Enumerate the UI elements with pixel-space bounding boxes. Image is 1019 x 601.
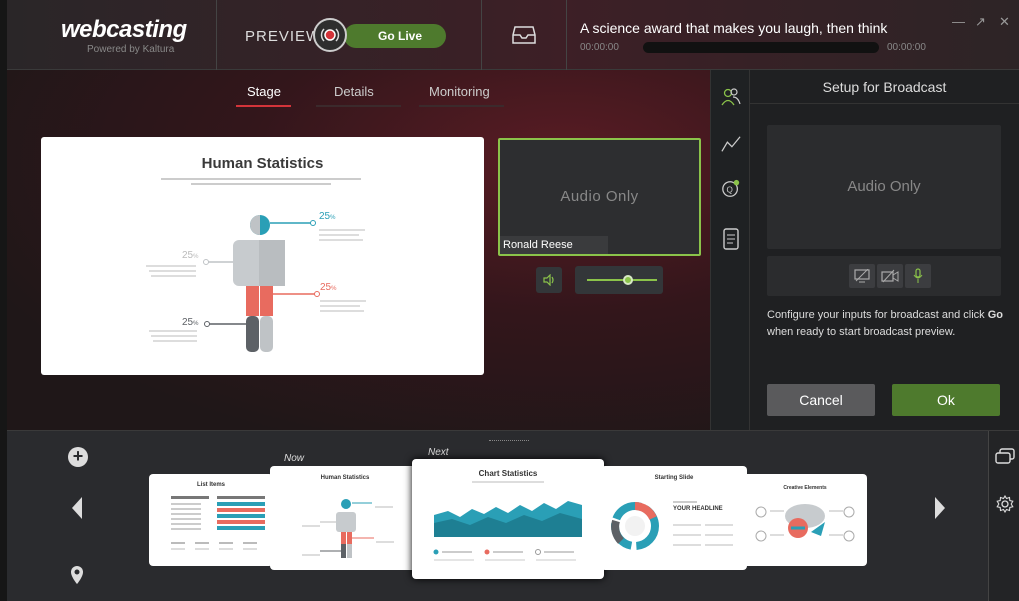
tab-monitoring[interactable]: Monitoring: [429, 84, 490, 99]
creative-elements-graphic: [755, 504, 855, 542]
next-arrow-icon[interactable]: [935, 497, 945, 519]
next-label: Next: [428, 447, 449, 458]
add-slide-icon[interactable]: +: [68, 447, 88, 467]
ok-button[interactable]: Ok: [892, 384, 1000, 416]
event-titlebar: A science award that makes you laugh, th…: [567, 0, 1019, 70]
slide-thumb-starting-slide[interactable]: Starting Slide YOUR HEADLINE: [601, 466, 747, 570]
volume-slider[interactable]: [575, 266, 663, 294]
volume-track: [587, 279, 657, 281]
event-title: A science award that makes you laugh, th…: [580, 20, 888, 36]
webcasting-app: webcasting Powered by Kaltura PREVIEW Go…: [7, 0, 1019, 601]
list-items-graphic: [171, 496, 265, 550]
playlist-strip: + Now Next List Items Human Statistics C…: [7, 430, 1019, 601]
participants-icon[interactable]: [721, 86, 741, 108]
bottom-right-toolbar: [988, 431, 1019, 601]
current-slide: Human Statistics 25% 25% 25% 25%: [41, 137, 484, 375]
tab-stage[interactable]: Stage: [247, 84, 281, 99]
screen-share-off-icon[interactable]: [849, 264, 875, 288]
notes-icon[interactable]: [721, 228, 741, 250]
stat-label-left: 25%: [182, 250, 199, 261]
preview-label: PREVIEW: [245, 28, 322, 45]
tab-divider: [316, 105, 401, 107]
location-pin-icon[interactable]: [69, 565, 85, 590]
qna-icon[interactable]: Q: [721, 178, 741, 200]
tab-active-indicator: [236, 105, 291, 107]
resize-icon[interactable]: ↗: [975, 14, 986, 30]
setup-audio-only-placeholder: Audio Only: [847, 178, 921, 195]
setup-description: Configure your inputs for broadcast and …: [767, 309, 1004, 338]
inbox-icon[interactable]: [482, 0, 567, 70]
setup-title: Setup for Broadcast: [750, 70, 1019, 104]
drag-handle[interactable]: [489, 440, 529, 442]
starting-slide-graphic: [611, 501, 733, 550]
presenter-name: Ronald Reese: [500, 236, 608, 254]
camera-off-icon[interactable]: [877, 264, 903, 288]
microphone-icon[interactable]: [905, 264, 931, 288]
human-figure-graphic: [146, 215, 366, 352]
audio-only-placeholder: Audio Only: [560, 188, 639, 205]
settings-gear-icon[interactable]: [996, 494, 1014, 518]
stat-label-right: 25%: [320, 282, 337, 293]
logo-subtitle: Powered by Kaltura: [87, 44, 175, 55]
analytics-icon[interactable]: [721, 133, 741, 155]
close-icon[interactable]: ✕: [999, 14, 1010, 30]
slide-thumb-human-statistics[interactable]: Human Statistics: [270, 466, 420, 570]
time-end: 00:00:00: [887, 42, 926, 53]
chart-statistics-graphic: [433, 481, 582, 561]
windows-icon[interactable]: [994, 448, 1016, 471]
slide-thumb-list-items[interactable]: List Items: [149, 474, 273, 566]
preview-section: PREVIEW Go Live: [217, 0, 482, 70]
prev-arrow-icon[interactable]: [72, 497, 82, 519]
tab-divider: [419, 105, 504, 107]
svg-text:Q: Q: [726, 186, 732, 195]
slide-thumb-chart-statistics[interactable]: Chart Statistics: [412, 459, 604, 579]
setup-preview: Audio Only: [767, 125, 1001, 249]
time-start: 00:00:00: [580, 42, 619, 53]
volume-knob[interactable]: [623, 275, 633, 285]
logo: webcasting Powered by Kaltura: [7, 0, 217, 70]
now-label: Now: [284, 453, 305, 464]
human-statistics-graphic: [302, 499, 394, 558]
stat-label-top: 25%: [319, 211, 336, 222]
presenter-camera-panel[interactable]: Audio Only Ronald Reese: [498, 138, 701, 256]
setup-broadcast-panel: Setup for Broadcast Audio Only Configure…: [750, 70, 1019, 430]
slide-thumb-creative-elements[interactable]: Creative Elements: [743, 474, 867, 566]
logo-text: webcasting: [61, 16, 187, 43]
top-bar: webcasting Powered by Kaltura PREVIEW Go…: [7, 0, 1019, 70]
stat-label-bottom: 25%: [182, 317, 199, 328]
cancel-button[interactable]: Cancel: [767, 384, 875, 416]
go-live-button[interactable]: Go Live: [344, 24, 446, 48]
speaker-icon[interactable]: [536, 267, 562, 293]
side-toolbar: Q: [710, 70, 750, 430]
stage-area: Stage Details Monitoring Human Statistic…: [7, 70, 710, 430]
event-progress-bar[interactable]: [643, 42, 879, 53]
minimize-icon[interactable]: —: [952, 14, 965, 29]
input-controls: [767, 256, 1001, 296]
broadcast-icon[interactable]: [313, 18, 347, 52]
tab-details[interactable]: Details: [334, 84, 374, 99]
